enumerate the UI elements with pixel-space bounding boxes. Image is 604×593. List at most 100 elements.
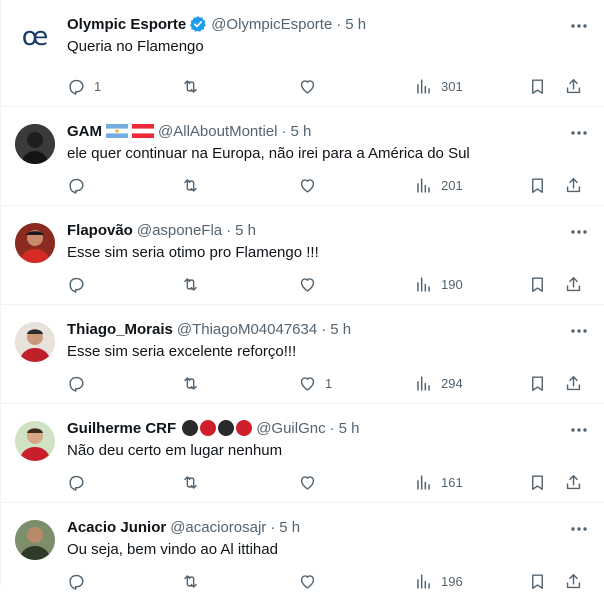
views-button[interactable]: 294 <box>414 371 463 395</box>
bookmark-button[interactable] <box>528 74 547 98</box>
timestamp[interactable]: 5 h <box>279 519 300 536</box>
timestamp[interactable]: 5 h <box>235 222 256 239</box>
bookmark-button[interactable] <box>528 173 547 197</box>
reply-button[interactable] <box>67 371 94 395</box>
timestamp[interactable]: 5 h <box>290 123 311 140</box>
user-handle[interactable]: @OlympicEsporte <box>211 16 332 33</box>
user-handle[interactable]: @asponeFla <box>137 222 222 239</box>
bookmark-icon <box>532 78 543 94</box>
reply-tweet[interactable]: Thiago_Morais @ThiagoM04047634 · 5 h Ess… <box>1 305 604 404</box>
share-icon <box>566 177 581 192</box>
like-button[interactable] <box>298 470 325 494</box>
avatar[interactable] <box>15 223 55 263</box>
reply-button[interactable] <box>67 272 94 296</box>
views-button[interactable]: 301 <box>414 74 463 98</box>
views-button[interactable]: 190 <box>414 272 463 296</box>
views-button[interactable]: 196 <box>414 569 463 593</box>
bookmark-button[interactable] <box>528 272 547 296</box>
views-chart-icon <box>417 177 430 193</box>
bookmark-button[interactable] <box>528 569 547 593</box>
more-options-icon[interactable] <box>569 18 589 34</box>
reply-tweet[interactable]: œ Olympic Esporte @OlympicEsporte · 5 h … <box>1 0 604 107</box>
reply-tweet[interactable]: Acacio Junior @acaciorosajr · 5 h Ou sej… <box>1 503 604 590</box>
reply-button[interactable]: 1 <box>67 74 101 98</box>
share-button[interactable] <box>564 470 583 494</box>
display-name[interactable]: Olympic Esporte <box>67 16 186 33</box>
display-name[interactable]: Thiago_Morais <box>67 321 173 338</box>
bookmark-icon <box>532 276 543 292</box>
avatar[interactable] <box>15 421 55 461</box>
retweet-button[interactable] <box>181 470 208 494</box>
retweet-button[interactable] <box>181 173 208 197</box>
reply-button[interactable] <box>67 569 94 593</box>
tweet-header: Olympic Esporte @OlympicEsporte · 5 h <box>67 14 366 34</box>
retweet-icon <box>184 376 197 390</box>
separator-dot: · <box>329 419 335 437</box>
tweet-text: Queria no Flamengo <box>67 38 204 55</box>
retweet-button[interactable] <box>181 74 208 98</box>
more-options-icon[interactable] <box>569 323 589 339</box>
tweet-header: Thiago_Morais @ThiagoM04047634 · 5 h <box>67 319 351 339</box>
user-handle[interactable]: @ThiagoM04047634 <box>177 321 317 338</box>
argentina-flag-icon <box>106 124 128 138</box>
bookmark-button[interactable] <box>528 371 547 395</box>
avatar[interactable] <box>15 124 55 164</box>
reply-tweet[interactable]: Guilherme CRF @GuilGnc · 5 h Não deu cer… <box>1 404 604 503</box>
user-handle[interactable]: @acaciorosajr <box>170 519 266 536</box>
user-handle[interactable]: @AllAboutMontiel <box>158 123 277 140</box>
share-button[interactable] <box>564 74 583 98</box>
avatar[interactable] <box>15 520 55 560</box>
display-name[interactable]: GAM <box>67 123 102 140</box>
profile-photo <box>15 421 55 461</box>
timestamp[interactable]: 5 h <box>345 16 366 33</box>
share-button[interactable] <box>564 272 583 296</box>
red-circle-icon <box>200 420 217 436</box>
views-button[interactable]: 201 <box>414 173 463 197</box>
bookmark-button[interactable] <box>528 470 547 494</box>
bookmark-icon <box>532 177 543 193</box>
like-button[interactable] <box>298 173 325 197</box>
more-options-icon[interactable] <box>569 521 589 537</box>
views-count: 196 <box>441 573 463 589</box>
display-name[interactable]: Flapovão <box>67 222 133 239</box>
share-icon <box>566 78 581 93</box>
black-circle-icon <box>218 420 235 436</box>
separator-dot: · <box>226 221 232 239</box>
share-button[interactable] <box>564 173 583 197</box>
views-count: 301 <box>441 78 463 94</box>
like-button[interactable] <box>298 74 325 98</box>
share-button[interactable] <box>564 371 583 395</box>
retweet-button[interactable] <box>181 272 208 296</box>
share-button[interactable] <box>564 569 583 593</box>
user-handle[interactable]: @GuilGnc <box>256 420 325 437</box>
separator-dot: · <box>336 15 342 33</box>
reply-tweet[interactable]: Flapovão @asponeFla · 5 h Esse sim seria… <box>1 206 604 305</box>
separator-dot: · <box>281 122 287 140</box>
retweet-button[interactable] <box>181 371 208 395</box>
reply-button[interactable] <box>67 173 94 197</box>
timestamp[interactable]: 5 h <box>339 420 360 437</box>
display-name[interactable]: Guilherme CRF <box>67 420 176 437</box>
like-button[interactable] <box>298 272 325 296</box>
like-button[interactable] <box>298 569 325 593</box>
retweet-button[interactable] <box>181 569 208 593</box>
views-button[interactable]: 161 <box>414 470 463 494</box>
avatar[interactable]: œ <box>15 17 55 57</box>
more-options-icon[interactable] <box>569 125 589 141</box>
more-options-icon[interactable] <box>569 224 589 240</box>
reply-tweet[interactable]: GAM @AllAboutMontiel · 5 h ele quer cont… <box>1 107 604 206</box>
tweet-text: Esse sim seria otimo pro Flamengo !!! <box>67 244 319 261</box>
tweet-header: GAM @AllAboutMontiel · 5 h <box>67 121 311 141</box>
bookmark-icon <box>532 474 543 490</box>
reply-count: 1 <box>94 78 102 94</box>
like-button[interactable]: 1 <box>298 371 332 395</box>
replies-feed: œ Olympic Esporte @OlympicEsporte · 5 h … <box>0 0 604 590</box>
avatar[interactable] <box>15 322 55 362</box>
timestamp[interactable]: 5 h <box>330 321 351 338</box>
reply-button[interactable] <box>67 470 94 494</box>
display-name[interactable]: Acacio Junior <box>67 519 166 536</box>
more-options-icon[interactable] <box>569 422 589 438</box>
tweet-text: Ou seja, bem vindo ao Al ittihad <box>67 541 278 558</box>
views-chart-icon <box>417 474 430 490</box>
heart-icon <box>300 277 315 292</box>
